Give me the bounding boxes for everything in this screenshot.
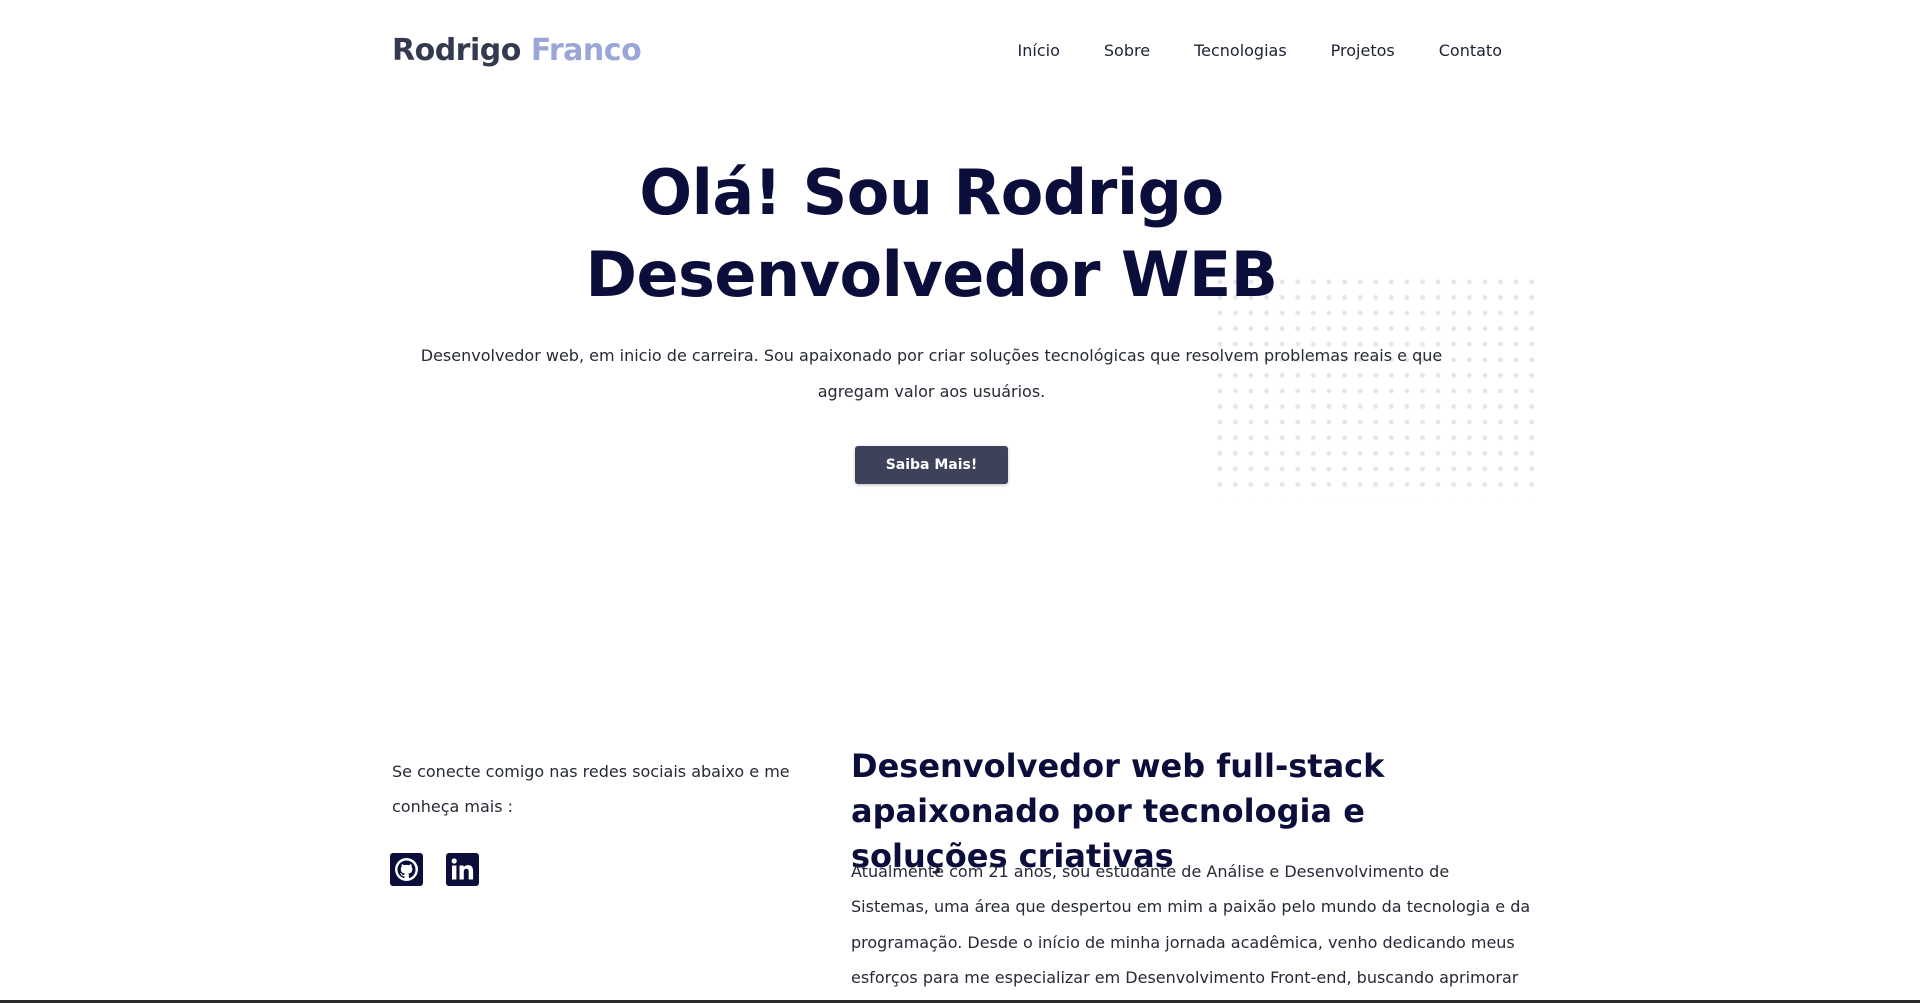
github-icon[interactable] [390, 853, 423, 886]
social-prompt-text: Se conecte comigo nas redes sociais abai… [392, 762, 790, 816]
logo-first-name: Rodrigo [392, 32, 521, 68]
nav-item-projetos[interactable]: Projetos [1331, 41, 1395, 60]
site-logo[interactable]: Rodrigo Franco [392, 32, 642, 68]
hero-title: Olá! Sou Rodrigo Desenvolvedor WEB [585, 156, 1278, 311]
nav-item-contato[interactable]: Contato [1439, 41, 1502, 60]
about-text: Atualmente com 21 anos, sou estudante de… [851, 862, 1531, 987]
logo-last-name: Franco [530, 32, 642, 68]
hero-description: Desenvolvedor web, em inicio de carreira… [420, 346, 1443, 401]
nav-item-inicio[interactable]: Início [1018, 41, 1060, 60]
portfolio-page: Rodrigo Franco Início Sobre Tecnologias … [0, 0, 1920, 1003]
main-nav: Início Sobre Tecnologias Projetos Contat… [1018, 41, 1502, 60]
saiba-mais-button[interactable]: Saiba Mais! [855, 446, 1008, 484]
nav-item-tecnologias[interactable]: Tecnologias [1194, 41, 1287, 60]
site-header: Rodrigo Franco Início Sobre Tecnologias … [392, 0, 1502, 100]
nav-item-sobre[interactable]: Sobre [1104, 41, 1150, 60]
social-links [390, 853, 479, 886]
linkedin-icon[interactable] [446, 853, 479, 886]
